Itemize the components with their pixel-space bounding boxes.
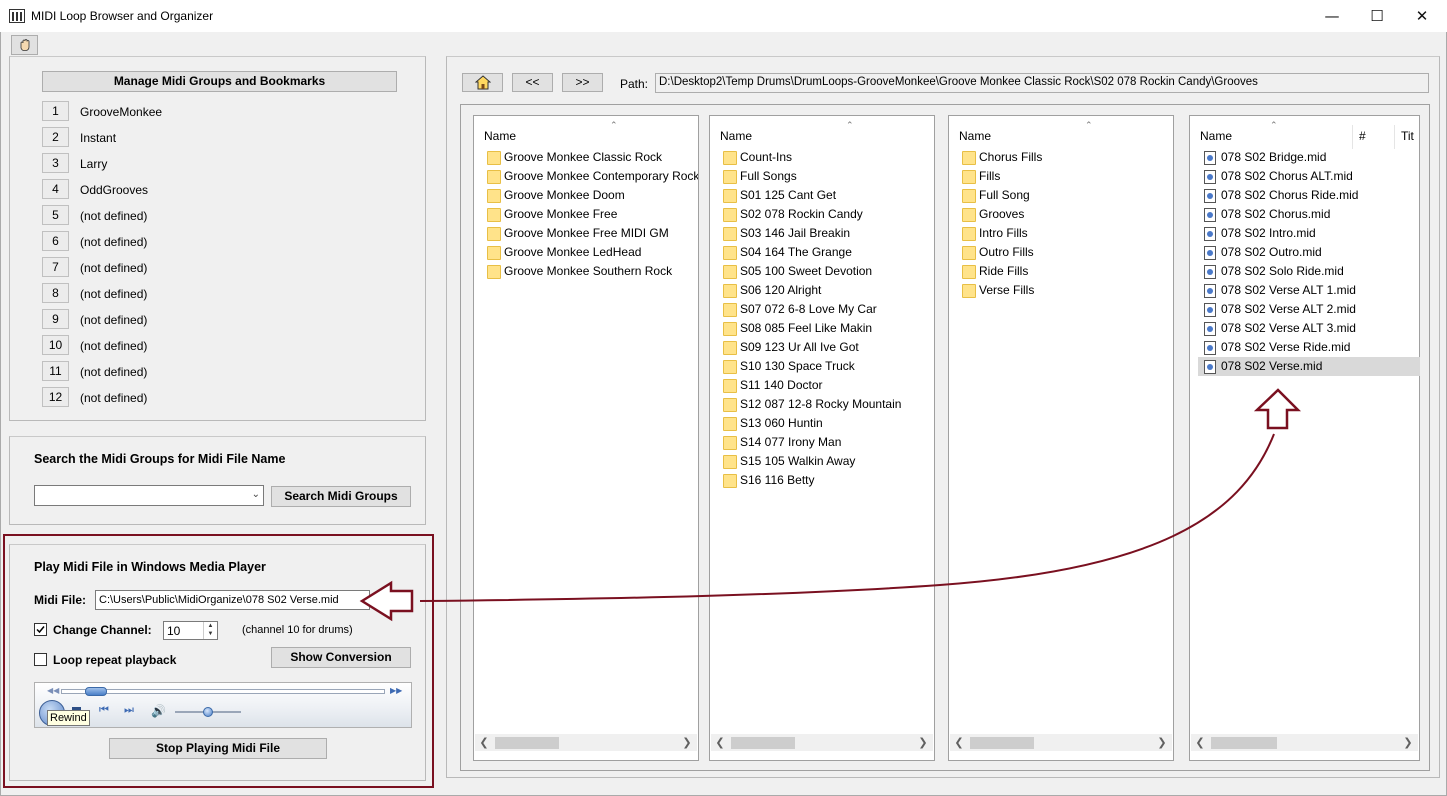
annotation-arrow-up — [1253, 388, 1302, 430]
annotation-curve — [419, 433, 1275, 602]
annotation-arrow-left — [359, 580, 414, 622]
annotation-overlay — [359, 388, 1302, 622]
